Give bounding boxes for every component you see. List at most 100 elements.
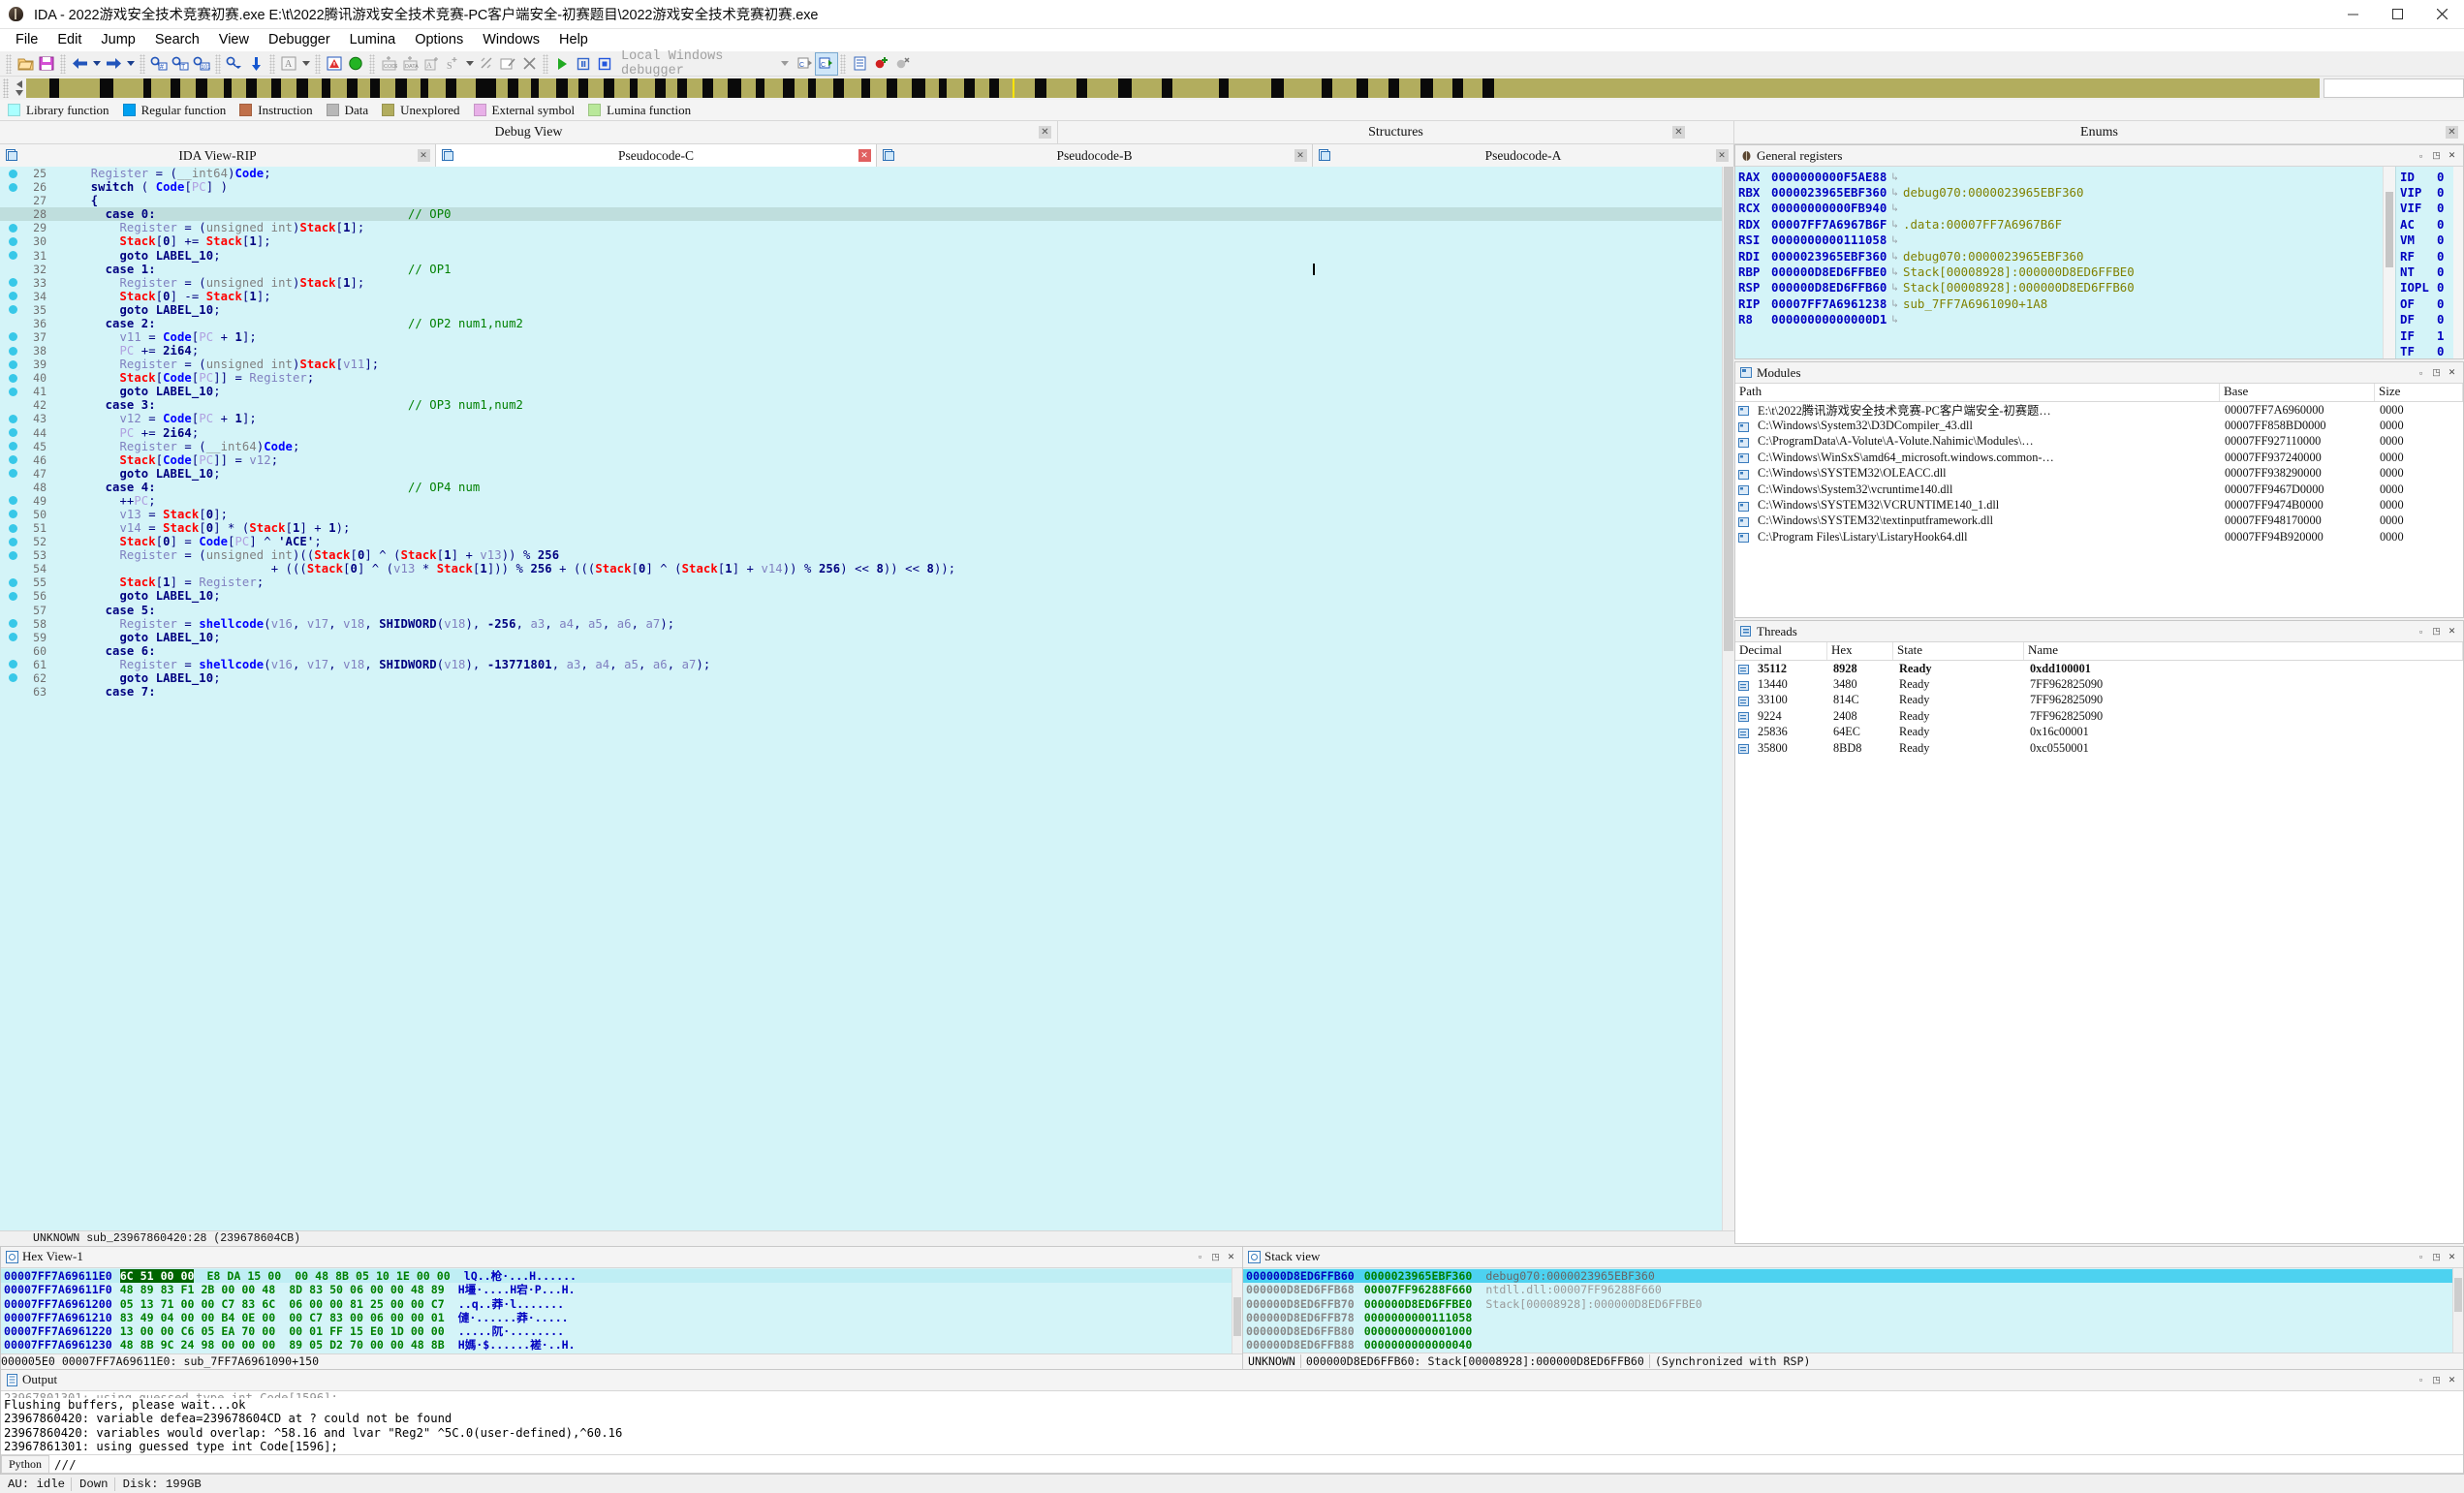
hex-bytes[interactable]: 83 49 04 00 00 B4 0E 00 00 C7 83 00 06 0… — [120, 1311, 445, 1324]
pseudocode-lines[interactable]: 25 Register = (__int64)Code;26 switch ( … — [0, 167, 1722, 1230]
delete-x-icon[interactable] — [518, 53, 540, 75]
register-value[interactable]: 00000000000000D1 — [1771, 312, 1887, 327]
code-line[interactable]: 61 Register = shellcode(v16, v17, v18, S… — [0, 658, 1722, 671]
code-line[interactable]: 57 case 5: — [0, 604, 1722, 617]
python-command-input[interactable]: /// — [49, 1455, 2463, 1474]
flag-row[interactable]: VIP0 — [2400, 184, 2453, 200]
table-row[interactable]: C:\Windows\SYSTEM32\OLEACC.dll00007FF938… — [1735, 466, 2463, 482]
stack-row[interactable]: 000000D8ED6FFB880000000000000040 — [1243, 1338, 2452, 1352]
toolbar-grip-5[interactable] — [269, 54, 275, 74]
threads-col-state[interactable]: State — [1893, 642, 2024, 660]
register-row[interactable]: RSI0000000000111058↳ — [1738, 233, 2383, 248]
threads-table[interactable]: Decimal Hex State Name 351128928Ready0xd… — [1735, 642, 2463, 1243]
register-value[interactable]: 0000023965EBF360 — [1771, 249, 1887, 264]
menu-lumina[interactable]: Lumina — [340, 29, 406, 51]
code-line[interactable]: 46 Stack[Code[PC]] = v12; — [0, 453, 1722, 467]
hex-row[interactable]: 00007FF7A69611E06C 51 00 00 E8 DA 15 00 … — [1, 1269, 1232, 1283]
text-mode-dropdown-icon[interactable] — [299, 53, 312, 75]
forward-dropdown-icon[interactable] — [124, 53, 137, 75]
flags-vscrollbar[interactable] — [2453, 167, 2463, 358]
breakpoint-dot-icon[interactable] — [0, 292, 25, 300]
toolbar-grip-2[interactable] — [60, 54, 66, 74]
close-icon[interactable]: ✕ — [2446, 1374, 2458, 1386]
navband-arrows-icon[interactable] — [13, 78, 26, 98]
code-line[interactable]: 29 Register = (unsigned int)Stack[1]; — [0, 221, 1722, 234]
breakpoint-dot-icon[interactable] — [0, 496, 25, 505]
register-row[interactable]: RAX0000000000F5AE88↳ — [1738, 169, 2383, 184]
register-value[interactable]: 0000000000111058 — [1771, 233, 1887, 247]
run-green-circle-icon[interactable] — [345, 53, 366, 75]
table-row[interactable]: C:\ProgramData\A-Volute\A-Volute.Nahimic… — [1735, 434, 2463, 450]
debug-stop-icon[interactable] — [594, 53, 615, 75]
make-struct-icon[interactable]: S — [442, 53, 463, 75]
modules-col-base[interactable]: Base — [2220, 384, 2375, 401]
close-icon[interactable]: ✕ — [2446, 625, 2458, 638]
stack-value[interactable]: 0000000000111058 — [1364, 1311, 1473, 1324]
breakpoint-dot-icon[interactable] — [0, 592, 25, 601]
toolbar-grip-9[interactable] — [840, 54, 846, 74]
breakpoint-dot-icon[interactable] — [0, 538, 25, 546]
code-line[interactable]: 28 case 0: // OP0 — [0, 207, 1722, 221]
code-line[interactable]: 47 goto LABEL_10; — [0, 467, 1722, 481]
float-icon[interactable]: ◳ — [2430, 625, 2443, 638]
code-line[interactable]: 38 PC += 2i64; — [0, 344, 1722, 358]
code-line[interactable]: 54 + (((Stack[0] ^ (v13 * Stack[1])) % 2… — [0, 562, 1722, 575]
table-row[interactable]: 2583664ECReady0x16c00001 — [1735, 725, 2463, 740]
text-mode-icon[interactable]: A — [278, 53, 299, 75]
breakpoint-dot-icon[interactable] — [0, 455, 25, 464]
tab-close-icon[interactable]: ✕ — [1289, 149, 1312, 162]
menu-view[interactable]: View — [209, 29, 259, 51]
flag-value[interactable]: 0 — [2437, 296, 2444, 311]
debug-pause-icon[interactable] — [573, 53, 594, 75]
close-icon[interactable]: ✕ — [2446, 1251, 2458, 1263]
hex-bytes[interactable]: 48 89 83 F1 2B 00 00 48 8D 83 50 06 00 0… — [120, 1283, 445, 1296]
register-value[interactable]: 0000000000F5AE88 — [1771, 170, 1887, 184]
breakpoint-dot-icon[interactable] — [0, 510, 25, 518]
flag-value[interactable]: 0 — [2437, 249, 2444, 264]
float-icon[interactable]: ◳ — [1209, 1251, 1222, 1263]
register-value[interactable]: 000000D8ED6FFB60 — [1771, 280, 1887, 295]
table-row[interactable]: C:\Windows\SYSTEM32\textinputframework.d… — [1735, 513, 2463, 529]
breakpoint-dot-icon[interactable] — [0, 469, 25, 478]
flag-value[interactable]: 0 — [2437, 217, 2444, 232]
python-mode-button[interactable]: Python — [1, 1455, 49, 1474]
registers-body[interactable]: RAX0000000000F5AE88↳RBX0000023965EBF360↳… — [1735, 167, 2463, 358]
hex-row[interactable]: 00007FF7A696120005 13 71 00 00 C7 83 6C … — [1, 1296, 1232, 1310]
code-line[interactable]: 55 Stack[1] = Register; — [0, 575, 1722, 589]
edit-function-icon[interactable] — [497, 53, 518, 75]
toolbar-grip-6[interactable] — [315, 54, 321, 74]
menu-file[interactable]: File — [6, 29, 47, 51]
tab-pseudocode-a[interactable]: Pseudocode-A ✕ — [1313, 144, 1734, 167]
flags-list[interactable]: ID0VIP0VIF0AC0VM0RF0NT0IOPL0OF0DF0IF1TF0… — [2395, 167, 2453, 358]
threads-rows[interactable]: 351128928Ready0xdd100001134403480Ready7F… — [1735, 661, 2463, 1243]
code-line[interactable]: 50 v13 = Stack[0]; — [0, 508, 1722, 521]
toolbar-grip-4[interactable] — [215, 54, 221, 74]
close-icon[interactable]: ✕ — [2446, 149, 2458, 162]
register-value[interactable]: 0000023965EBF360 — [1771, 185, 1887, 200]
pseudocode-vscrollbar[interactable] — [1722, 167, 1734, 1230]
code-line[interactable]: 42 case 3: // OP3 num1,num2 — [0, 398, 1722, 412]
restore-icon[interactable]: ▫ — [2415, 1251, 2427, 1263]
navband-grip[interactable] — [3, 78, 9, 98]
menu-options[interactable]: Options — [405, 29, 473, 51]
minimize-button[interactable] — [2330, 0, 2375, 29]
register-value[interactable]: 00007FF7A6967B6F — [1771, 217, 1887, 232]
table-row[interactable]: 92242408Ready7FF962825090 — [1735, 708, 2463, 724]
toolbar-grip-3[interactable] — [140, 54, 145, 74]
threads-col-decimal[interactable]: Decimal — [1735, 642, 1827, 660]
add-breakpoint-icon[interactable] — [870, 53, 891, 75]
menu-jump[interactable]: Jump — [91, 29, 144, 51]
register-value[interactable]: 000000D8ED6FFBE0 — [1771, 264, 1887, 279]
stack-value[interactable]: 0000023965EBF360 — [1364, 1269, 1473, 1283]
make-data-icon[interactable]: DATA — [399, 53, 421, 75]
code-line[interactable]: 41 goto LABEL_10; — [0, 385, 1722, 398]
tab-close-icon[interactable]: ✕ — [1710, 149, 1733, 162]
search-text-icon[interactable]: T — [170, 53, 191, 75]
breakpoint-dot-icon[interactable] — [0, 347, 25, 356]
table-row[interactable]: C:\Windows\System32\vcruntime140.dll0000… — [1735, 482, 2463, 497]
flag-value[interactable]: 0 — [2437, 344, 2444, 358]
flag-value[interactable]: 0 — [2437, 233, 2444, 247]
flag-value[interactable]: 0 — [2437, 312, 2444, 327]
restore-icon[interactable]: ▫ — [2415, 625, 2427, 638]
back-arrow-icon[interactable] — [69, 53, 90, 75]
